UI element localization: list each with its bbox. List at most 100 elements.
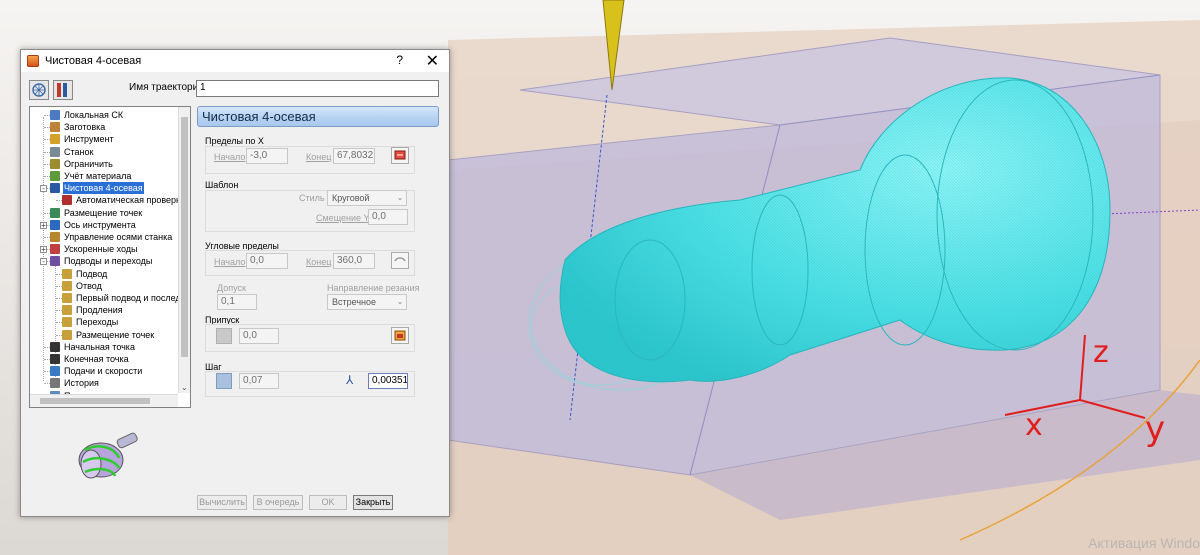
help-button[interactable]: ?: [396, 53, 403, 67]
tree-item-label: Учёт материала: [64, 171, 132, 181]
pattern-title: Шаблон: [205, 180, 239, 190]
axis-control-icon: [50, 232, 60, 242]
tree-item[interactable]: Размещение точек: [50, 207, 143, 219]
x-start-input[interactable]: -3,0: [246, 148, 288, 164]
allowance-settings-button[interactable]: [391, 327, 409, 344]
tree-item-label: Чистовая 4-осевая: [63, 182, 144, 195]
history-icon: [50, 378, 60, 389]
angle-start-label: Начало: [214, 257, 246, 267]
tree-horizontal-scrollbar[interactable]: [30, 394, 178, 407]
tree-item[interactable]: Начальная точка: [50, 341, 136, 353]
tree-item-label: Инструмент: [64, 134, 114, 145]
x-limits-pick-button[interactable]: [391, 147, 409, 164]
allowance-type-button[interactable]: [216, 328, 232, 344]
app-icon: [27, 55, 39, 67]
allowance-group: [205, 324, 415, 352]
tree-item[interactable]: Учёт материала: [50, 170, 132, 182]
tree-item-label: Начальная точка: [64, 341, 135, 352]
tree-item[interactable]: Ось инструмента: [50, 219, 137, 231]
tree-item[interactable]: Подводы и переходы: [50, 255, 153, 267]
settings-tree[interactable]: Локальная СК Заготовка Инструмент Станок Огр…: [29, 106, 191, 408]
pattern-style-label: Стиль: [299, 193, 325, 203]
tree-expander[interactable]: +: [40, 246, 47, 254]
tree-item[interactable]: Ограничить: [50, 158, 114, 170]
tree-expander[interactable]: -: [40, 258, 47, 266]
y-offset-label: Смещение Y: [316, 213, 370, 223]
tool-library-icon[interactable]: [53, 80, 73, 100]
finishing-icon: [50, 183, 60, 194]
calculate-button[interactable]: Вычислить: [197, 495, 247, 510]
tree-item[interactable]: Инструмент: [50, 133, 115, 145]
check-icon: [62, 195, 72, 206]
axes-icon: [50, 110, 60, 120]
ok-button[interactable]: OK: [309, 495, 347, 510]
cusp-height-input[interactable]: 0,003518: [368, 373, 408, 389]
toolpath-settings-icon[interactable]: [29, 80, 49, 100]
tree-item[interactable]: Станок: [50, 146, 94, 158]
tree-item[interactable]: Локальная СК: [50, 109, 124, 121]
tree-item[interactable]: Заготовка: [50, 121, 106, 133]
x-start-label: Начало: [214, 152, 246, 162]
y-offset-input[interactable]: 0,0: [368, 209, 408, 225]
tree-vertical-scrollbar[interactable]: ⌄: [178, 107, 190, 393]
tree-item[interactable]: Подвод: [62, 268, 108, 280]
angle-end-input[interactable]: 360,0: [333, 253, 375, 269]
tree-item[interactable]: Ускоренные ходы: [50, 243, 139, 255]
tree-item-label: Ось инструмента: [64, 219, 136, 230]
tree-item[interactable]: Чистовая 4-осевая: [50, 182, 144, 195]
tree-item-label: Переходы: [76, 317, 119, 328]
tool-axis-icon: [50, 219, 60, 230]
first-last-icon: [62, 293, 72, 303]
start-point-icon: [50, 341, 60, 352]
tool-icon: [50, 134, 60, 145]
tree-item-label: Управление осями станка: [64, 232, 173, 242]
tree-item-label: История: [64, 378, 99, 389]
limit-icon: [50, 158, 60, 169]
tree-item[interactable]: История: [50, 377, 100, 389]
stepover-input[interactable]: 0,07: [239, 373, 279, 389]
x-end-input[interactable]: 67,8032: [333, 148, 375, 164]
tree-expander[interactable]: +: [40, 221, 47, 229]
tree-item[interactable]: Отвод: [62, 280, 103, 292]
close-button[interactable]: Закрыть: [353, 495, 393, 510]
lead-in-icon: [62, 268, 72, 279]
feeds-icon: [50, 366, 60, 377]
points-icon: [50, 207, 60, 218]
tree-item-label: Продления: [76, 305, 123, 316]
queue-button[interactable]: В очередь: [253, 495, 303, 510]
y-axis-label: y: [1145, 409, 1165, 449]
tree-item-label: Подвод: [76, 268, 108, 279]
dialog-title: Чистовая 4-осевая: [45, 55, 142, 67]
cusp-height-icon: ⅄: [346, 373, 354, 387]
stock-icon: [50, 122, 60, 133]
allowance-input[interactable]: 0,0: [239, 328, 279, 344]
tree-item-label: Станок: [64, 146, 94, 157]
tree-item[interactable]: Автоматическая проверка: [62, 194, 186, 206]
dialog-titlebar[interactable]: Чистовая 4-осевая ? ✕: [21, 50, 449, 72]
stepover-type-button[interactable]: [216, 373, 232, 389]
tree-item[interactable]: Переходы: [62, 316, 119, 328]
tolerance-input[interactable]: 0,1: [217, 294, 257, 310]
tree-item[interactable]: Размещение точек: [62, 329, 155, 341]
cut-direction-select[interactable]: Встречное ⌄: [327, 294, 407, 310]
tree-item[interactable]: Подачи и скорости: [50, 365, 143, 377]
tree-item[interactable]: Конечная точка: [50, 353, 130, 365]
tree-expander[interactable]: -: [40, 185, 47, 193]
rapid-icon: [50, 244, 60, 255]
tree-item[interactable]: Продления: [62, 304, 124, 316]
tree-item-label: Размещение точек: [64, 207, 143, 218]
toolpath-name-label: Имя траектории: [129, 82, 204, 93]
x-end-label: Конец: [306, 152, 332, 162]
angle-limits-button[interactable]: [391, 252, 409, 269]
tree-item[interactable]: Управление осями станка: [50, 231, 173, 243]
tree-item[interactable]: Первый подвод и последний: [62, 292, 190, 304]
close-window-button[interactable]: ✕: [426, 51, 439, 71]
pattern-style-select[interactable]: Круговой ⌄: [327, 190, 407, 206]
tree-item-label: Отвод: [76, 280, 102, 291]
tree-item-label: Конечная точка: [64, 354, 129, 364]
angle-start-input[interactable]: 0,0: [246, 253, 288, 269]
toolpath-name-input[interactable]: 1: [196, 80, 439, 97]
x-limits-title: Пределы по X: [205, 136, 264, 146]
end-point-icon: [50, 354, 60, 364]
finishing-4axis-dialog: Чистовая 4-осевая ? ✕ Имя траектории 1 Л…: [20, 49, 450, 517]
